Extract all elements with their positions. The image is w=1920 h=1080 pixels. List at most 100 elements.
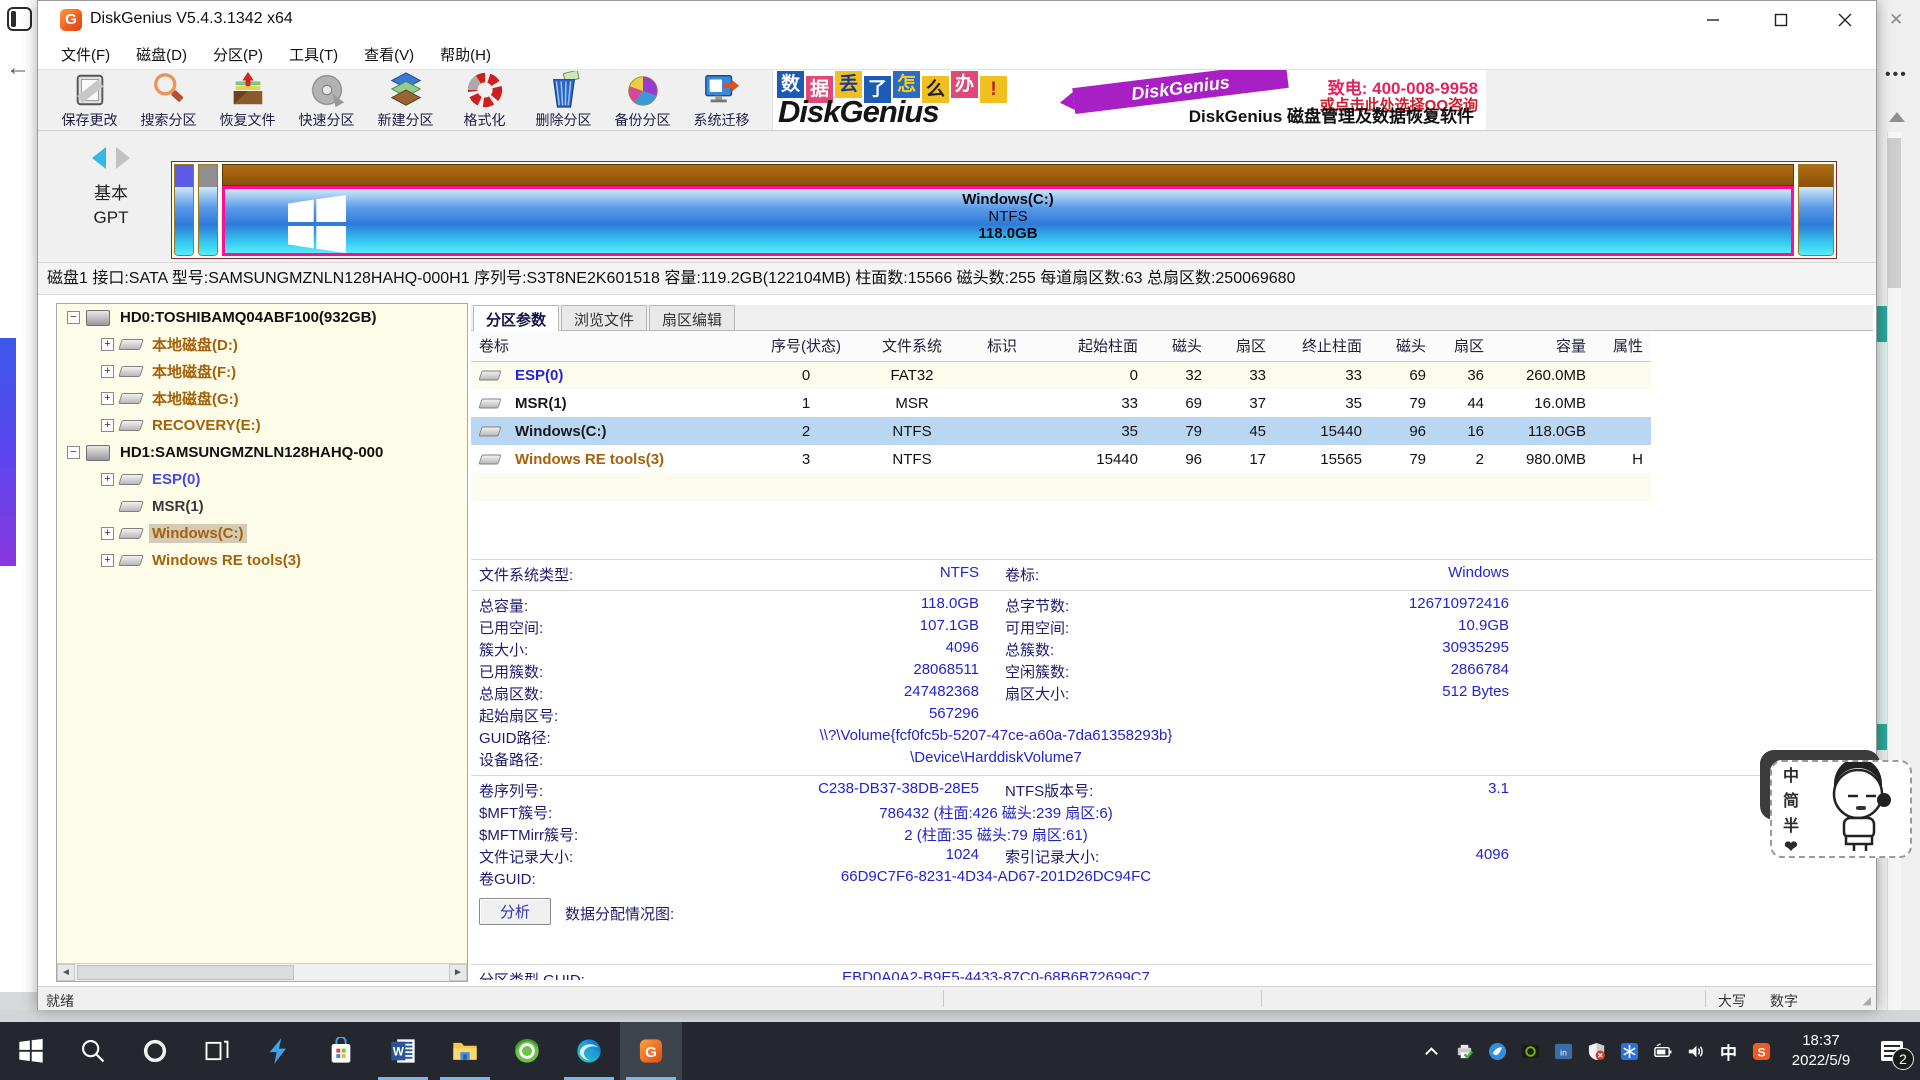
table-row[interactable]: ESP(0)0FAT3203233336936260.0MB — [471, 361, 1651, 389]
column-header-11[interactable]: 属性 — [1594, 331, 1651, 361]
tab-1[interactable]: 浏览文件 — [561, 305, 647, 330]
ime-status-widget[interactable]: 中简半❤ — [1770, 760, 1912, 858]
toolbar-button-recover-files[interactable]: 恢复文件 — [208, 70, 287, 130]
column-header-10[interactable]: 容量 — [1492, 331, 1594, 361]
collapse-icon[interactable]: − — [67, 446, 80, 459]
tree-item-esp-0-[interactable]: +ESP(0) — [57, 466, 467, 493]
table-row[interactable]: MSR(1)1MSR33693735794416.0MB — [471, 389, 1651, 417]
toolbar-button-quick-partition[interactable]: 快速分区 — [287, 70, 366, 130]
browser-back-icon[interactable]: ← — [6, 56, 30, 80]
taskbar-app-search[interactable] — [62, 1022, 124, 1080]
menu-item-5[interactable]: 帮助(H) — [427, 40, 504, 69]
menu-item-2[interactable]: 分区(P) — [200, 40, 276, 69]
scroll-right-icon[interactable]: ► — [449, 964, 467, 981]
next-disk-icon[interactable] — [116, 147, 130, 169]
menu-item-3[interactable]: 工具(T) — [276, 40, 351, 69]
expand-icon[interactable]: + — [101, 419, 114, 432]
action-center-button[interactable]: 2 — [1864, 1022, 1920, 1080]
tray-volume-icon[interactable] — [1679, 1022, 1712, 1080]
toolbar-button-new-partition[interactable]: 新建分区 — [366, 70, 445, 130]
expand-icon[interactable]: + — [101, 527, 114, 540]
partition-block-esp[interactable] — [174, 164, 194, 256]
window-title: DiskGenius V5.4.3.1342 x64 — [90, 10, 293, 28]
column-header-0[interactable]: 卷标 — [471, 331, 756, 361]
minimize-button[interactable] — [1690, 5, 1736, 35]
tree-item-hd1-samsungmznln128hahq-000[interactable]: −HD1:SAMSUNGMZNLN128HAHQ-000 — [57, 439, 467, 466]
toolbar-button-format[interactable]: 格式化 — [445, 70, 524, 130]
taskbar-app-browser-360[interactable] — [496, 1022, 558, 1080]
column-header-1[interactable]: 序号(状态) — [756, 331, 856, 361]
tray-sogou-icon[interactable]: S — [1745, 1022, 1778, 1080]
tray-chevron-up-icon[interactable] — [1415, 1022, 1448, 1080]
tree-item--d-[interactable]: +本地磁盘(D:) — [57, 331, 467, 358]
analyze-button[interactable]: 分析 — [479, 898, 551, 925]
tree-item--f-[interactable]: +本地磁盘(F:) — [57, 358, 467, 385]
prev-disk-icon[interactable] — [92, 147, 106, 169]
tab-0[interactable]: 分区参数 — [473, 305, 559, 331]
tree-horizontal-scrollbar[interactable]: ◄ ► — [57, 963, 467, 981]
taskbar-app-task-view[interactable] — [186, 1022, 248, 1080]
tray-defender-icon[interactable] — [1580, 1022, 1613, 1080]
column-header-4[interactable]: 起始柱面 — [1036, 331, 1146, 361]
tray-intel-icon[interactable]: in — [1547, 1022, 1580, 1080]
expand-icon[interactable]: + — [101, 473, 114, 486]
maximize-button[interactable] — [1758, 5, 1804, 35]
tree-item-msr-1-[interactable]: +MSR(1) — [57, 493, 467, 520]
toolbar-button-backup-partition[interactable]: 备份分区 — [603, 70, 682, 130]
menu-item-4[interactable]: 查看(V) — [351, 40, 427, 69]
taskbar-app-cortana[interactable] — [124, 1022, 186, 1080]
partition-block-windows-c[interactable]: Windows(C:) NTFS 118.0GB — [222, 164, 1794, 256]
taskbar-app-start[interactable] — [0, 1022, 62, 1080]
tray-printer-icon[interactable] — [1448, 1022, 1481, 1080]
column-header-5[interactable]: 磁头 — [1146, 331, 1210, 361]
expand-icon[interactable]: + — [101, 554, 114, 567]
taskbar-app-store[interactable] — [310, 1022, 372, 1080]
tray-lang-zh-icon[interactable]: 中 — [1712, 1022, 1745, 1080]
tray-nvidia-icon[interactable] — [1514, 1022, 1547, 1080]
tray-bird-icon[interactable] — [1481, 1022, 1514, 1080]
tree-item-recovery-e-[interactable]: +RECOVERY(E:) — [57, 412, 467, 439]
table-row[interactable]: Windows(C:)2NTFS357945154409616118.0GB — [471, 417, 1651, 445]
table-row[interactable]: Windows RE tools(3)3NTFS1544096171556579… — [471, 445, 1651, 473]
tray-snowflake-icon[interactable] — [1613, 1022, 1646, 1080]
expand-icon[interactable]: + — [101, 392, 114, 405]
scroll-left-icon[interactable]: ◄ — [57, 964, 75, 981]
tab-2[interactable]: 扇区编辑 — [649, 305, 735, 330]
browser-menu-icon[interactable]: ••• — [1885, 66, 1908, 84]
partition-block-msr[interactable] — [198, 164, 218, 256]
tray-battery-icon[interactable] — [1646, 1022, 1679, 1080]
browser-scrollbar-thumb[interactable] — [1887, 138, 1901, 288]
expand-icon[interactable]: + — [101, 365, 114, 378]
toolbar-button-system-migrate[interactable]: 系统迁移 — [682, 70, 761, 130]
tree-item-windows-re-tools-3-[interactable]: +Windows RE tools(3) — [57, 547, 467, 574]
partition-block-re-tools[interactable] — [1798, 164, 1834, 256]
column-header-8[interactable]: 磁头 — [1370, 331, 1434, 361]
column-header-6[interactable]: 扇区 — [1210, 331, 1274, 361]
column-header-7[interactable]: 终止柱面 — [1274, 331, 1370, 361]
tree-item-hd0-toshibamq04abf100-932gb-[interactable]: −HD0:TOSHIBAMQ04ABF100(932GB) — [57, 304, 467, 331]
taskbar-app-diskgenius[interactable]: G — [620, 1022, 682, 1080]
tree-item--g-[interactable]: +本地磁盘(G:) — [57, 385, 467, 412]
column-header-2[interactable]: 文件系统 — [856, 331, 968, 361]
tree-item-windows-c-[interactable]: +Windows(C:) — [57, 520, 467, 547]
taskbar-clock[interactable]: 18:37 2022/5/9 — [1778, 1031, 1864, 1071]
collapse-icon[interactable]: − — [67, 311, 80, 324]
menu-item-0[interactable]: 文件(F) — [48, 40, 123, 69]
taskbar-app-word[interactable]: W — [372, 1022, 434, 1080]
browser-close-icon[interactable]: ✕ — [1889, 10, 1903, 30]
column-header-9[interactable]: 扇区 — [1434, 331, 1492, 361]
taskbar-app-flash[interactable] — [248, 1022, 310, 1080]
menu-item-1[interactable]: 磁盘(D) — [123, 40, 200, 69]
close-button[interactable] — [1822, 5, 1868, 35]
column-header-3[interactable]: 标识 — [968, 331, 1036, 361]
taskbar-app-explorer[interactable] — [434, 1022, 496, 1080]
scrollbar-thumb[interactable] — [77, 965, 294, 980]
toolbar-button-delete-partition[interactable]: 删除分区 — [524, 70, 603, 130]
toolbar-button-search-partition[interactable]: 搜索分区 — [129, 70, 208, 130]
scroll-up-icon[interactable] — [1889, 112, 1905, 122]
promo-banner[interactable]: 数据丢了怎么办! DiskGenius DiskGenius 致电: 400-0… — [772, 70, 1486, 130]
toolbar-button-save[interactable]: 保存更改 — [50, 70, 129, 130]
resize-grip[interactable]: ◢ — [1863, 994, 1872, 1007]
expand-icon[interactable]: + — [101, 338, 114, 351]
taskbar-app-edge[interactable] — [558, 1022, 620, 1080]
